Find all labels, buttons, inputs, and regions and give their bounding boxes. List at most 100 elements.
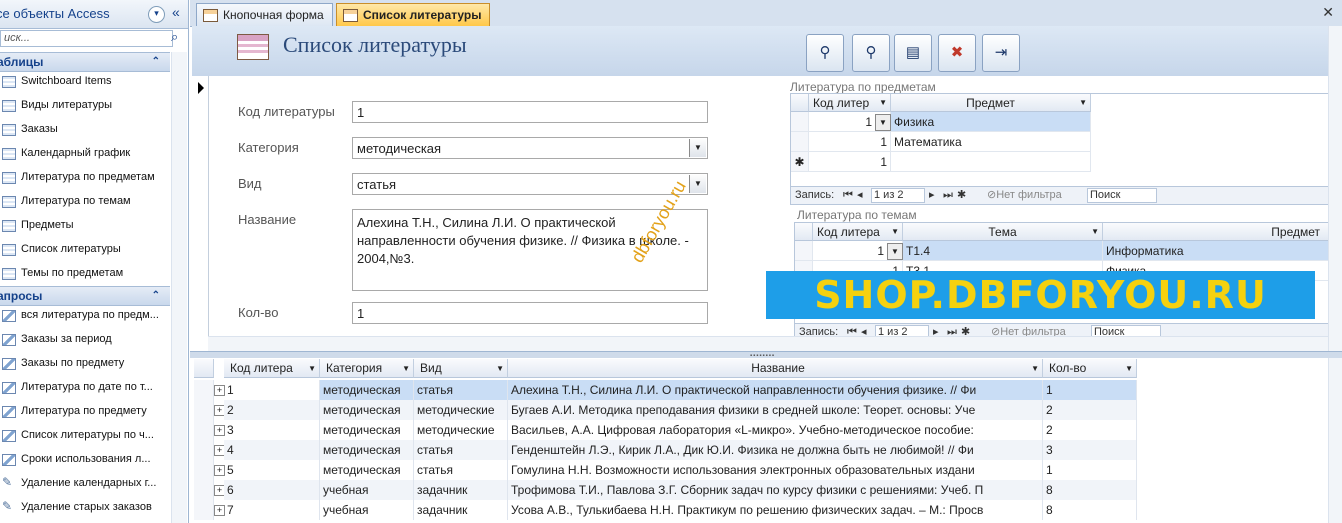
- collapse-pane-icon[interactable]: «: [172, 4, 180, 20]
- nav-item[interactable]: Сроки использования л...: [0, 447, 170, 471]
- ds-cell[interactable]: 2: [1043, 420, 1137, 440]
- row-selector[interactable]: [194, 460, 214, 480]
- ds-cell[interactable]: 3: [224, 420, 320, 440]
- ds-cell[interactable]: 3: [1043, 440, 1137, 460]
- ds-col-code[interactable]: Код литера ▼: [224, 359, 320, 378]
- nav-menu-chevron-icon[interactable]: ▾: [148, 6, 165, 23]
- ds-cell[interactable]: учебная: [320, 500, 414, 520]
- nav-item[interactable]: Заказы за период: [0, 327, 170, 351]
- ds-cell[interactable]: 4: [224, 440, 320, 460]
- ds-col-category[interactable]: Категория ▼: [320, 359, 414, 378]
- nav-item[interactable]: Календарный график: [0, 141, 170, 165]
- sub1-cell-subject[interactable]: Математика: [891, 132, 1091, 152]
- nav-item[interactable]: Литература по темам: [0, 189, 170, 213]
- sub2-cell-topic[interactable]: Т1.4: [903, 241, 1103, 261]
- row-selector[interactable]: [795, 241, 813, 261]
- row-selector[interactable]: [194, 400, 214, 420]
- subform-search-input[interactable]: Поиск: [1087, 188, 1157, 203]
- prev-record-icon[interactable]: ◂: [857, 187, 863, 204]
- dropdown-arrow-icon[interactable]: ▼: [875, 114, 891, 131]
- ds-cell[interactable]: 1: [1043, 380, 1137, 400]
- dropdown-arrow-icon[interactable]: ▼: [689, 175, 706, 193]
- nav-item[interactable]: Заказы по предмету: [0, 351, 170, 375]
- ds-col-qty[interactable]: Кол-во ▼: [1043, 359, 1137, 378]
- row-selector[interactable]: [194, 420, 214, 440]
- nav-item[interactable]: Литература по предмету: [0, 399, 170, 423]
- ds-cell[interactable]: 2: [224, 400, 320, 420]
- ds-cell[interactable]: учебная: [320, 480, 414, 500]
- row-selector[interactable]: ✱: [791, 152, 809, 172]
- ds-cell[interactable]: методические: [414, 420, 508, 440]
- ds-cell[interactable]: 2: [1043, 400, 1137, 420]
- last-record-icon[interactable]: ⏭: [943, 187, 953, 204]
- sub1-cell-subject[interactable]: [891, 152, 1091, 172]
- nav-item[interactable]: Предметы: [0, 213, 170, 237]
- ds-cell[interactable]: задачник: [414, 500, 508, 520]
- ds-cell[interactable]: 1: [224, 380, 320, 400]
- ds-col-name[interactable]: Название ▼: [508, 359, 1043, 378]
- dropdown-arrow-icon[interactable]: ▼: [689, 139, 706, 157]
- ds-cell[interactable]: методическая: [320, 420, 414, 440]
- datasheet-scrollbar[interactable]: [1328, 358, 1342, 523]
- delete-record-button[interactable]: ✖: [938, 34, 976, 72]
- code-field[interactable]: 1: [352, 101, 708, 123]
- row-selector[interactable]: [194, 500, 214, 520]
- sub2-col-topic[interactable]: Тема ▼: [903, 223, 1103, 241]
- ds-col-type[interactable]: Вид ▼: [414, 359, 508, 378]
- close-icon[interactable]: ✕: [1322, 4, 1334, 21]
- tab-switchboard[interactable]: Кнопочная форма: [196, 3, 333, 26]
- nav-scrollbar[interactable]: [171, 52, 187, 523]
- nav-search-input[interactable]: иск...: [0, 30, 173, 47]
- ds-cell[interactable]: Васильев, А.А. Цифровая лаборатория «L-м…: [508, 420, 1043, 440]
- filter-indicator[interactable]: ⊘ Нет фильтра: [987, 187, 1062, 204]
- sub2-cell-subject[interactable]: Информатика: [1103, 241, 1331, 261]
- row-selector[interactable]: [194, 380, 214, 400]
- ds-cell[interactable]: методическая: [320, 440, 414, 460]
- row-selector[interactable]: [791, 132, 809, 152]
- ds-cell[interactable]: методические: [414, 400, 508, 420]
- sub1-cell-code[interactable]: 1: [809, 132, 891, 152]
- ds-cell[interactable]: 1: [1043, 460, 1137, 480]
- nav-item[interactable]: вся литература по предм...: [0, 303, 170, 327]
- ds-cell[interactable]: 5: [224, 460, 320, 480]
- form-vertical-scrollbar[interactable]: [1328, 26, 1342, 351]
- ds-cell[interactable]: методическая: [320, 380, 414, 400]
- ds-cell[interactable]: задачник: [414, 480, 508, 500]
- find-next-button[interactable]: ⚲: [852, 34, 890, 72]
- row-selector[interactable]: [194, 440, 214, 460]
- ds-cell[interactable]: методическая: [320, 460, 414, 480]
- row-selector[interactable]: [194, 480, 214, 500]
- nav-item[interactable]: Заказы: [0, 117, 170, 141]
- sub1-col-code[interactable]: Код литер ▼: [809, 94, 891, 112]
- ds-cell[interactable]: 8: [1043, 480, 1137, 500]
- record-position[interactable]: 1 из 2: [871, 188, 925, 203]
- nav-item[interactable]: Список литературы: [0, 237, 170, 261]
- nav-item[interactable]: Switchboard Items: [0, 69, 170, 93]
- nav-item[interactable]: Литература по предметам: [0, 165, 170, 189]
- ds-cell[interactable]: Бугаев А.И. Методика преподавания физики…: [508, 400, 1043, 420]
- ds-cell[interactable]: 6: [224, 480, 320, 500]
- ds-cell[interactable]: статья: [414, 380, 508, 400]
- tab-literature-list[interactable]: Список литературы: [336, 3, 491, 26]
- ds-cell[interactable]: 7: [224, 500, 320, 520]
- ds-cell[interactable]: Алехина Т.Н., Силина Л.И. О практической…: [508, 380, 1043, 400]
- ds-cell[interactable]: 8: [1043, 500, 1137, 520]
- ds-cell[interactable]: статья: [414, 460, 508, 480]
- record-selector[interactable]: [192, 76, 209, 351]
- find-button[interactable]: ⚲: [806, 34, 844, 72]
- qty-field[interactable]: 1: [352, 302, 708, 324]
- first-record-icon[interactable]: ⏮: [843, 187, 853, 204]
- sub1-cell-subject[interactable]: Физика: [891, 112, 1091, 132]
- sub2-col-code[interactable]: Код литера ▼: [813, 223, 903, 241]
- ds-cell[interactable]: Трофимова Т.И., Павлова З.Г. Сборник зад…: [508, 480, 1043, 500]
- sub2-col-subject[interactable]: Предмет: [1103, 223, 1331, 241]
- sub1-cell-code[interactable]: 1: [809, 152, 891, 172]
- search-icon[interactable]: ⌕: [171, 29, 178, 45]
- row-selector[interactable]: [791, 112, 809, 132]
- ds-cell[interactable]: Гомулина Н.Н. Возможности использования …: [508, 460, 1043, 480]
- new-record-icon[interactable]: ✱: [957, 187, 966, 204]
- ds-cell[interactable]: методическая: [320, 400, 414, 420]
- ds-cell[interactable]: Усова А.В., Тулькибаева Н.Н. Практикум п…: [508, 500, 1043, 520]
- sub1-col-subject[interactable]: Предмет ▼: [891, 94, 1091, 112]
- next-record-icon[interactable]: ▸: [929, 187, 935, 204]
